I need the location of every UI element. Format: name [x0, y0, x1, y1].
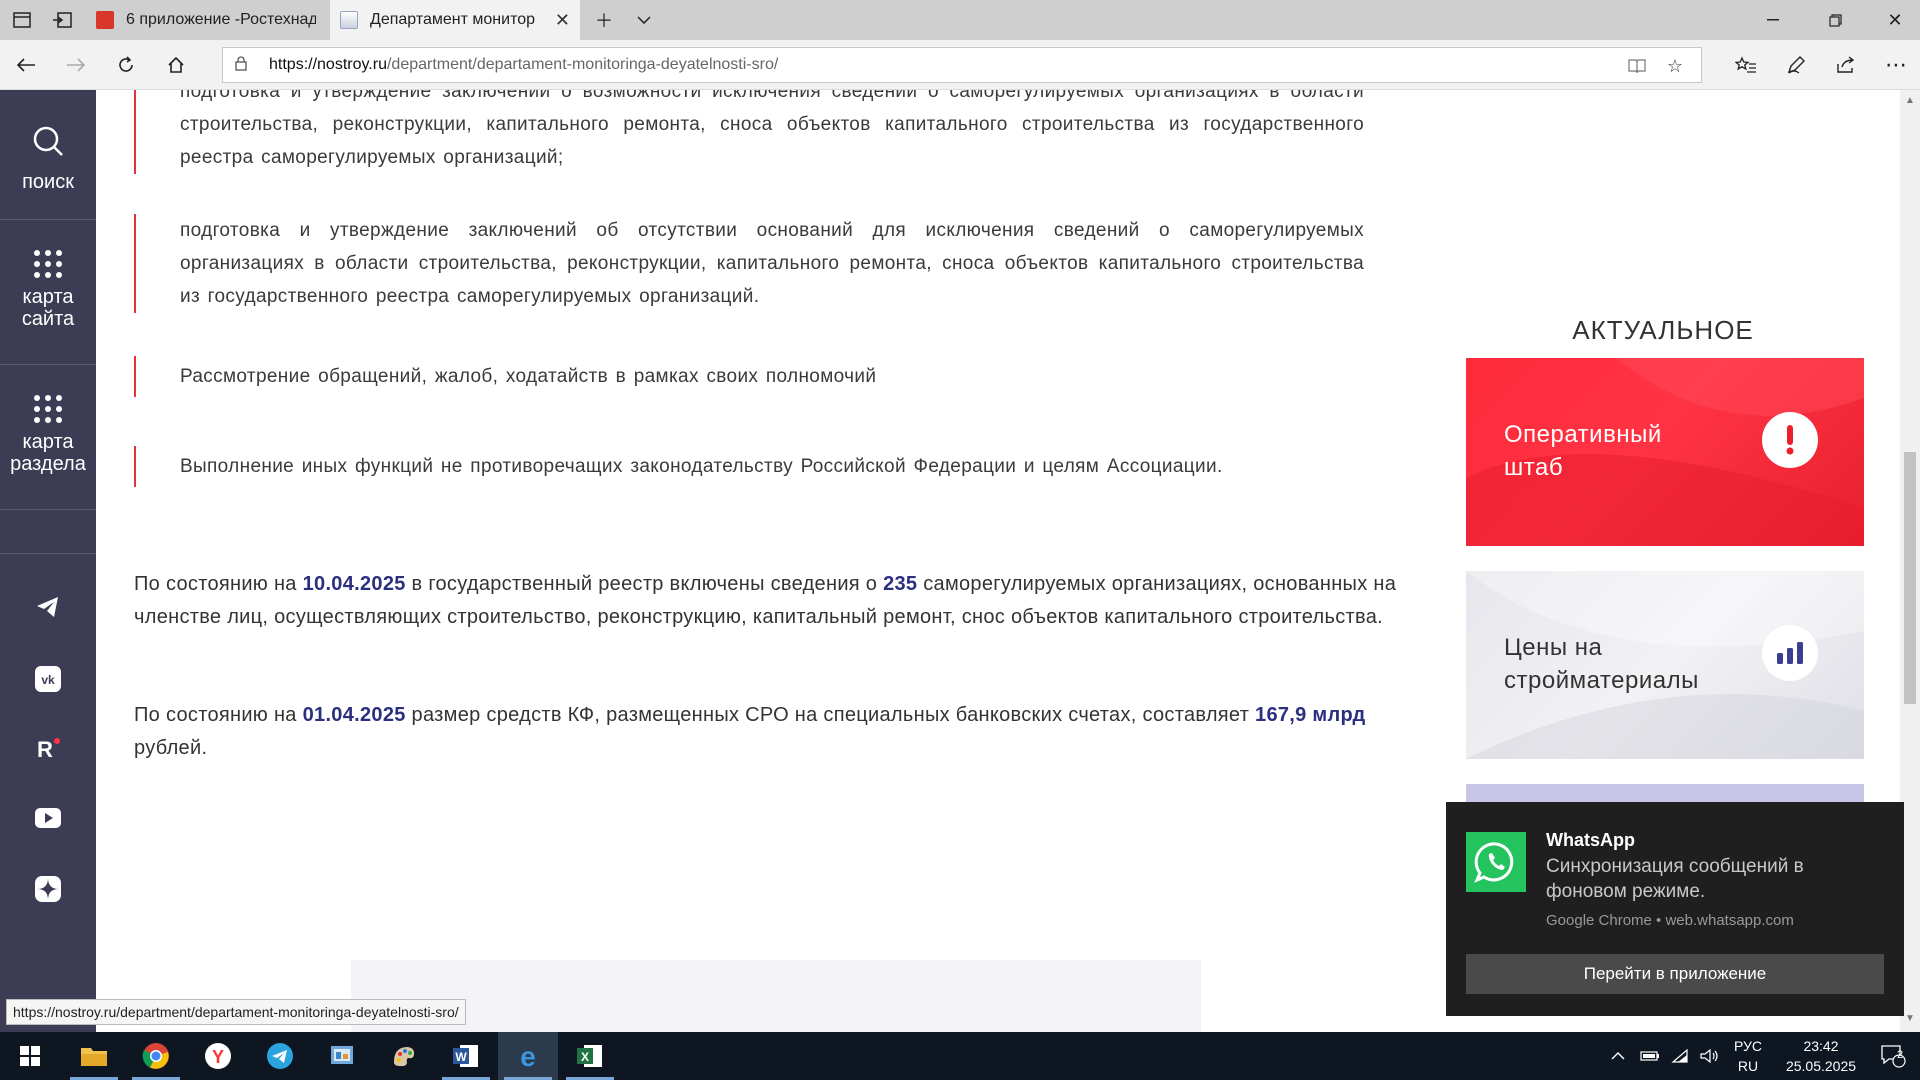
control-panel-icon[interactable]	[312, 1032, 372, 1080]
back-arrow-icon[interactable]	[6, 45, 46, 85]
telegram-app-icon[interactable]	[250, 1032, 310, 1080]
notification-count: 2	[1896, 1049, 1904, 1061]
tab-list-chevron-icon[interactable]	[624, 0, 664, 40]
clock-date: 25.05.2025	[1785, 1058, 1857, 1074]
browser-nav-bar: https://nostroy.ru/department/departamen…	[0, 40, 1920, 90]
search-icon	[31, 124, 65, 163]
svg-text:X: X	[581, 1050, 589, 1064]
tray-expand-icon[interactable]	[1604, 1032, 1632, 1080]
lock-icon	[235, 56, 255, 74]
registry-date: 10.04.2025	[302, 573, 406, 595]
forward-arrow-icon[interactable]	[56, 45, 96, 85]
operational-hq-label: Оперативный штаб	[1504, 421, 1662, 481]
site-favicon-icon	[340, 11, 358, 29]
sidebar-search[interactable]: поиск	[0, 90, 96, 220]
svg-text:Y: Y	[212, 1047, 224, 1067]
svg-text:W: W	[455, 1050, 467, 1064]
url-path: /department/departament-monitoringa-deya…	[386, 56, 779, 73]
windows-start-icon[interactable]	[0, 1032, 60, 1080]
browser-tab-bar: 6 приложение -Ростехнадз Департамент мон…	[0, 0, 1920, 40]
function-item: Выполнение иных функций не противоречащи…	[134, 446, 1364, 487]
dots-grid-icon	[34, 250, 62, 278]
refresh-icon[interactable]	[106, 45, 146, 85]
edge-icon[interactable]: e	[498, 1032, 558, 1080]
input-language[interactable]: РУС RU	[1728, 1036, 1768, 1076]
clock[interactable]: 23:42 25.05.2025	[1772, 1036, 1870, 1076]
excel-icon[interactable]: X	[560, 1032, 620, 1080]
scroll-up-icon[interactable]: ▲	[1900, 92, 1920, 108]
function-item: Рассмотрение обращений, жалоб, ходатайст…	[134, 356, 1364, 397]
svg-text:vk: vk	[41, 673, 55, 687]
sidebar-search-label: поиск	[22, 171, 74, 193]
function-item: подготовка и утверждение заключений о во…	[134, 90, 1364, 174]
tab-manager-icon[interactable]	[2, 0, 42, 40]
exclamation-icon	[1762, 412, 1818, 468]
wifi-icon[interactable]	[1666, 1032, 1694, 1080]
minimize-icon[interactable]	[1750, 0, 1796, 40]
aside-title: АКТУАЛЬНОЕ	[1572, 315, 1754, 345]
svg-text:e: e	[520, 1042, 536, 1070]
dots-grid-icon	[34, 395, 62, 423]
function-item: подготовка и утверждение заключений об о…	[134, 214, 1364, 313]
url-host: https://nostroy.ru	[269, 56, 387, 73]
action-center-icon[interactable]: 2	[1866, 1032, 1920, 1080]
clock-time: 23:42	[1803, 1038, 1839, 1054]
notification-message: Синхронизация сообщений в фоновом режиме…	[1546, 856, 1804, 902]
dzen-icon[interactable]	[0, 876, 96, 902]
fund-date: 01.04.2025	[302, 704, 406, 726]
pen-notes-icon[interactable]	[1776, 45, 1816, 85]
windows-taskbar: Y W e X РУС RU 23:42 25.05.2025 2	[0, 1032, 1920, 1080]
youtube-icon[interactable]	[0, 808, 96, 828]
paint-icon[interactable]	[374, 1032, 434, 1080]
notification-app-name: WhatsApp	[1546, 830, 1635, 850]
word-icon[interactable]: W	[436, 1032, 496, 1080]
close-tab-icon[interactable]: ✕	[555, 10, 570, 31]
status-link-preview: https://nostroy.ru/department/departamen…	[6, 999, 466, 1025]
whatsapp-icon	[1466, 832, 1526, 892]
svg-text:R: R	[37, 737, 53, 760]
fund-amount: 167,9 млрд	[1255, 704, 1366, 726]
reading-view-icon[interactable]	[1619, 48, 1655, 84]
site-sidebar: поиск карта сайта карта раздела vk R	[0, 90, 96, 1032]
tab-department[interactable]: Департамент монитор ✕	[330, 0, 580, 40]
sidebar-divider	[0, 510, 96, 554]
sidebar-section-map-label: карта раздела	[10, 431, 86, 475]
sidebar-site-map[interactable]: карта сайта	[0, 220, 96, 365]
bar-chart-icon	[1762, 625, 1818, 681]
pdf-icon	[96, 11, 114, 29]
main-content: подготовка и утверждение заключений о во…	[96, 90, 1426, 1032]
material-prices-card[interactable]: Цены на стройматериалы	[1466, 571, 1864, 759]
whatsapp-notification[interactable]: WhatsApp Синхронизация сообщений в фонов…	[1446, 802, 1904, 1016]
material-prices-label: Цены на стройматериалы	[1504, 634, 1699, 694]
new-tab-icon[interactable]: ＋	[584, 0, 624, 40]
vk-icon[interactable]: vk	[0, 666, 96, 692]
sidebar-section-map[interactable]: карта раздела	[0, 365, 96, 510]
notification-source: Google Chrome • web.whatsapp.com	[1546, 912, 1794, 929]
registry-count-paragraph: По состоянию на 10.04.2025 в государстве…	[134, 573, 1397, 628]
rutube-icon[interactable]: R	[0, 736, 96, 760]
address-bar[interactable]: https://nostroy.ru/department/departamen…	[222, 47, 1702, 83]
favorite-star-icon[interactable]: ☆	[1657, 48, 1693, 84]
open-app-button[interactable]: Перейти в приложение	[1466, 954, 1884, 994]
file-explorer-icon[interactable]	[64, 1032, 124, 1080]
share-icon[interactable]	[1826, 45, 1866, 85]
scroll-thumb[interactable]	[1904, 452, 1916, 704]
chrome-icon[interactable]	[126, 1032, 186, 1080]
more-options-icon[interactable]: ⋯	[1876, 45, 1916, 85]
sro-count: 235	[883, 573, 918, 595]
tab-rostekhnadzor[interactable]: 6 приложение -Ростехнадз	[86, 0, 326, 40]
volume-icon[interactable]	[1696, 1032, 1724, 1080]
sidebar-site-map-label: карта сайта	[21, 286, 75, 330]
favorites-list-icon[interactable]	[1726, 45, 1766, 85]
operational-hq-card[interactable]: Оперативный штаб	[1466, 358, 1864, 546]
bottom-card	[351, 960, 1201, 1032]
yandex-browser-icon[interactable]: Y	[188, 1032, 248, 1080]
home-icon[interactable]	[156, 45, 196, 85]
battery-icon[interactable]	[1636, 1032, 1664, 1080]
compensation-fund-paragraph: По состоянию на 01.04.2025 размер средст…	[134, 704, 1366, 759]
set-aside-tabs-icon[interactable]	[42, 0, 82, 40]
telegram-icon[interactable]	[0, 596, 96, 618]
close-window-icon[interactable]: ✕	[1872, 0, 1918, 40]
restore-icon[interactable]	[1812, 0, 1858, 40]
